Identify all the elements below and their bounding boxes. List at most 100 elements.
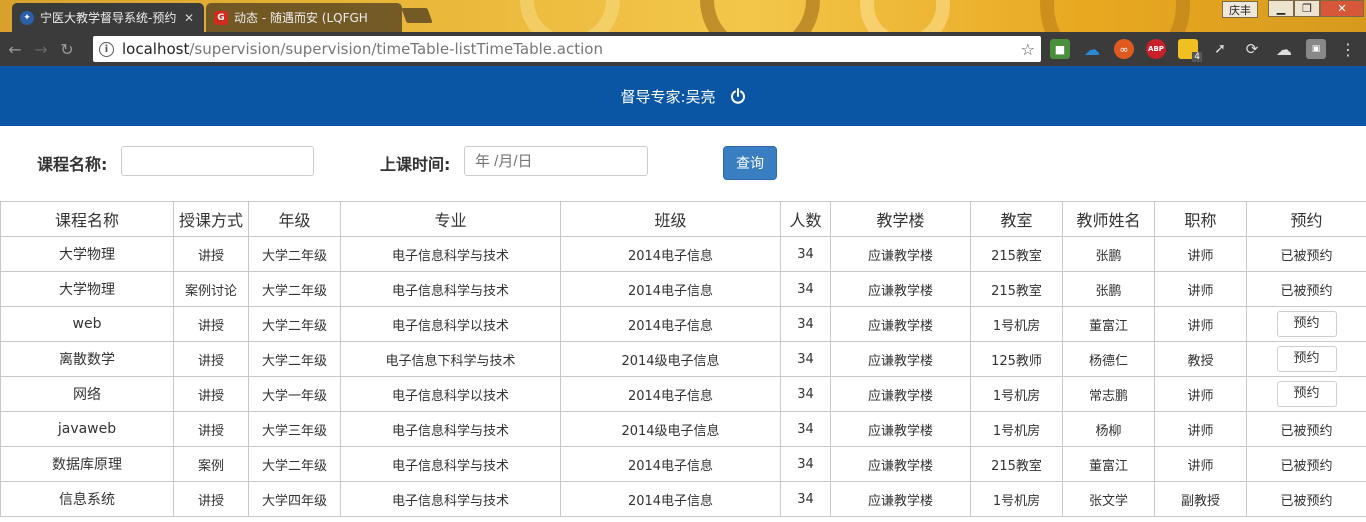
classroom-cell: 1号机房	[970, 376, 1063, 412]
restore-icon[interactable]: ❐	[1294, 0, 1320, 17]
classroom-cell: 215教室	[970, 271, 1063, 307]
sync-icon[interactable]: ⟳	[1242, 39, 1262, 59]
column-header: 年级	[248, 201, 341, 237]
major-cell: 电子信息科学与技术	[340, 236, 561, 272]
page-header: 督导专家:吴亮	[0, 66, 1366, 126]
power-icon[interactable]	[730, 88, 746, 104]
reserved-status: 已被预约	[1280, 493, 1333, 509]
table-row: 离散数学 讲授 大学二年级 电子信息下科学与技术 2014级电子信息 34 应谦教学楼 125…	[0, 341, 1366, 377]
column-header: 课程名称	[0, 201, 174, 237]
teacher-title-cell: 讲师	[1154, 376, 1247, 412]
major-cell: 电子信息科学与技术	[340, 411, 561, 447]
timetable: 课程名称 授课方式 年级 专业 班级 人数 教学楼 教室 教师姓名 职称 预约 …	[0, 201, 1366, 517]
course-name-cell: 信息系统	[0, 481, 174, 517]
address-bar[interactable]: i localhost/supervision/supervision/time…	[93, 36, 1041, 62]
minimize-icon[interactable]: ▁	[1268, 0, 1294, 17]
grade-cell: 大学三年级	[248, 411, 341, 447]
table-body: 大学物理 讲授 大学二年级 电子信息科学与技术 2014电子信息 34 应谦教学楼 215教室…	[0, 236, 1366, 517]
reserve-cell: 预约	[1246, 341, 1366, 377]
teacher-name-cell: 杨柳	[1062, 411, 1155, 447]
teacher-name-cell: 杨德仁	[1062, 341, 1155, 377]
course-name-label: 课程名称:	[37, 155, 108, 174]
infinity-icon[interactable]: ∞	[1114, 39, 1134, 59]
student-count-cell: 34	[780, 481, 831, 517]
cloud-white-icon[interactable]: ☁	[1274, 39, 1294, 59]
classroom-cell: 125教师	[970, 341, 1063, 377]
column-header: 职称	[1154, 201, 1247, 237]
major-cell: 电子信息科学与技术	[340, 446, 561, 482]
theme-decoration	[860, 0, 950, 32]
table-row: 大学物理 案例讨论 大学二年级 电子信息科学与技术 2014电子信息 34 应谦教学楼 215…	[0, 271, 1366, 307]
reload-icon[interactable]: ↻	[56, 38, 78, 60]
pocket-icon[interactable]: ▣	[1306, 39, 1326, 59]
building-cell: 应谦教学楼	[830, 306, 971, 342]
teaching-mode-cell: 讲授	[173, 411, 249, 447]
reserve-cell: 已被预约	[1246, 236, 1366, 272]
course-name-cell: 离散数学	[0, 341, 174, 377]
teacher-name-cell: 张鹏	[1062, 236, 1155, 272]
teaching-mode-cell: 讲授	[173, 481, 249, 517]
course-name-cell: web	[0, 306, 174, 342]
class-time-label: 上课时间:	[380, 155, 451, 174]
close-tab-icon[interactable]: ✕	[184, 11, 194, 25]
student-count-cell: 34	[780, 306, 831, 342]
class-cell: 2014电子信息	[560, 481, 781, 517]
student-count-cell: 34	[780, 446, 831, 482]
profile-button[interactable]: 庆丰	[1222, 1, 1258, 18]
reserve-button[interactable]: 预约	[1276, 381, 1337, 407]
reserved-status: 已被预约	[1280, 248, 1333, 264]
grade-cell: 大学二年级	[248, 446, 341, 482]
teaching-mode-cell: 讲授	[173, 341, 249, 377]
course-name-cell: 数据库原理	[0, 446, 174, 482]
building-cell: 应谦教学楼	[830, 271, 971, 307]
reserve-cell: 已被预约	[1246, 411, 1366, 447]
cloud-icon[interactable]: ☁	[1082, 39, 1102, 59]
course-name-input[interactable]	[121, 146, 314, 176]
new-tab-button[interactable]	[401, 8, 433, 23]
course-name-cell: 大学物理	[0, 236, 174, 272]
column-header: 预约	[1246, 201, 1366, 237]
table-row: 数据库原理 案例 大学二年级 电子信息科学与技术 2014电子信息 34 应谦教学楼 215教…	[0, 446, 1366, 482]
course-name-cell: javaweb	[0, 411, 174, 447]
teacher-title-cell: 副教授	[1154, 481, 1247, 517]
note-icon[interactable]: 4	[1178, 39, 1202, 62]
student-count-cell: 34	[780, 376, 831, 412]
building-cell: 应谦教学楼	[830, 376, 971, 412]
grade-cell: 大学一年级	[248, 376, 341, 412]
close-window-icon[interactable]: ✕	[1320, 0, 1364, 17]
browser-tab-strip: ✦ 宁医大教学督导系统-预约 ✕ G 动态 - 随遇而安 (LQFGH 庆丰 ▁…	[0, 0, 1366, 32]
table-header-row: 课程名称 授课方式 年级 专业 班级 人数 教学楼 教室 教师姓名 职称 预约	[0, 201, 1366, 237]
supervisor-name: 督导专家:吴亮	[620, 87, 716, 106]
browser-toolbar: ← → ↻ i localhost/supervision/supervisio…	[0, 32, 1366, 66]
query-button[interactable]: 查询	[723, 146, 777, 180]
column-header: 专业	[340, 201, 561, 237]
teacher-name-cell: 张鹏	[1062, 271, 1155, 307]
bookmark-star-icon[interactable]: ☆	[1021, 40, 1035, 59]
reserve-cell: 已被预约	[1246, 446, 1366, 482]
forward-icon[interactable]: →	[30, 38, 52, 60]
adblock-icon[interactable]: ABP	[1146, 39, 1166, 59]
class-cell: 2014电子信息	[560, 376, 781, 412]
reserve-button[interactable]: 预约	[1276, 311, 1337, 337]
class-cell: 2014级电子信息	[560, 341, 781, 377]
browser-tab-active[interactable]: ✦ 宁医大教学督导系统-预约 ✕	[12, 3, 204, 32]
theme-decoration	[700, 0, 820, 32]
info-icon[interactable]: i	[99, 41, 114, 57]
classroom-cell: 1号机房	[970, 306, 1063, 342]
course-name-cell: 网络	[0, 376, 174, 412]
back-icon[interactable]: ←	[4, 38, 26, 60]
grade-cell: 大学二年级	[248, 306, 341, 342]
teacher-name-cell: 常志鹏	[1062, 376, 1155, 412]
course-name-cell: 大学物理	[0, 271, 174, 307]
browser-tab[interactable]: G 动态 - 随遇而安 (LQFGH	[206, 3, 402, 32]
reserve-button[interactable]: 预约	[1276, 346, 1337, 372]
chrome-color-icon[interactable]: ■	[1050, 39, 1070, 59]
cursor-icon[interactable]: ➚	[1210, 39, 1230, 59]
class-time-date-input[interactable]	[464, 146, 648, 176]
menu-icon[interactable]: ⋮	[1338, 39, 1358, 59]
site-favicon-icon: ✦	[20, 10, 34, 25]
student-count-cell: 34	[780, 236, 831, 272]
tab-title: 宁医大教学督导系统-预约	[40, 11, 177, 25]
major-cell: 电子信息科学以技术	[340, 376, 561, 412]
student-count-cell: 34	[780, 271, 831, 307]
